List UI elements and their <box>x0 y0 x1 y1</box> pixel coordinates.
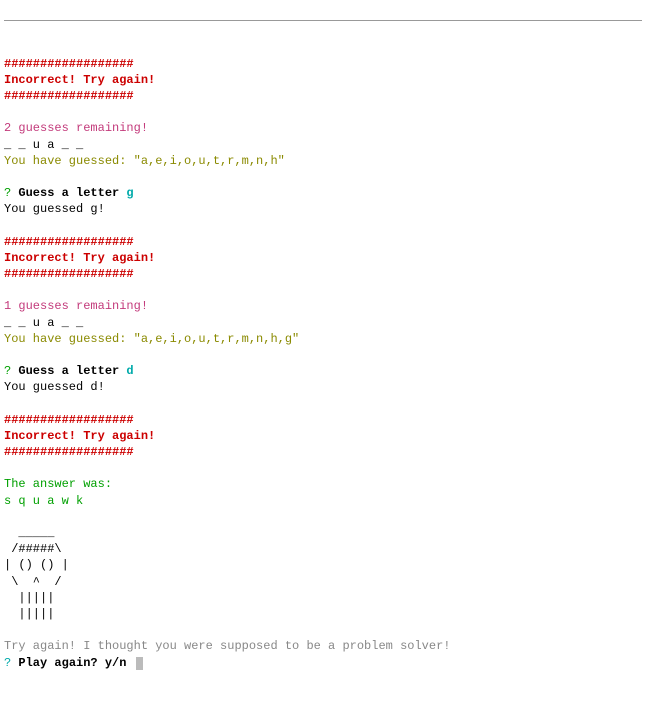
ascii-art-line: \ ^ / <box>4 575 62 589</box>
answer-label: The answer was: <box>4 477 112 491</box>
terminal-output: ################## Incorrect! Try again!… <box>4 56 642 671</box>
incorrect-msg: Incorrect! Try again! <box>4 429 155 443</box>
play-again-prompt: Play again? y/n <box>11 656 133 670</box>
window-top-border <box>4 20 642 21</box>
hash-line: ################## <box>4 267 134 281</box>
remaining-guesses: 1 guesses remaining! <box>4 299 148 313</box>
hash-line: ################## <box>4 57 134 71</box>
word-progress: _ _ u a _ _ <box>4 138 83 152</box>
hash-line: ################## <box>4 89 134 103</box>
ascii-art-line: ||||| <box>4 607 54 621</box>
incorrect-msg: Incorrect! Try again! <box>4 73 155 87</box>
prompt-marker: ? <box>4 656 11 670</box>
hash-line: ################## <box>4 445 134 459</box>
incorrect-msg: Incorrect! Try again! <box>4 251 155 265</box>
ascii-art-line: | () () | <box>4 558 69 572</box>
hash-line: ################## <box>4 413 134 427</box>
answer-value: s q u a w k <box>4 494 83 508</box>
taunt-message: Try again! I thought you were supposed t… <box>4 639 450 653</box>
remaining-guesses: 2 guesses remaining! <box>4 121 148 135</box>
guessed-label: You have guessed: <box>4 332 134 346</box>
hash-line: ################## <box>4 235 134 249</box>
ascii-art-line: _____ <box>4 526 62 540</box>
guess-prompt: Guess a letter <box>11 364 126 378</box>
guessed-letters: "a,e,i,o,u,t,r,m,n,h,g" <box>134 332 300 346</box>
guess-input: g <box>126 186 133 200</box>
guess-input: d <box>126 364 133 378</box>
guessed-label: You have guessed: <box>4 154 134 168</box>
ascii-art-line: ||||| <box>4 591 54 605</box>
cursor[interactable] <box>136 657 143 670</box>
you-guessed: You guessed d! <box>4 380 105 394</box>
guessed-letters: "a,e,i,o,u,t,r,m,n,h" <box>134 154 285 168</box>
word-progress: _ _ u a _ _ <box>4 316 83 330</box>
ascii-art-line: /#####\ <box>4 542 62 556</box>
you-guessed: You guessed g! <box>4 202 105 216</box>
guess-prompt: Guess a letter <box>11 186 126 200</box>
